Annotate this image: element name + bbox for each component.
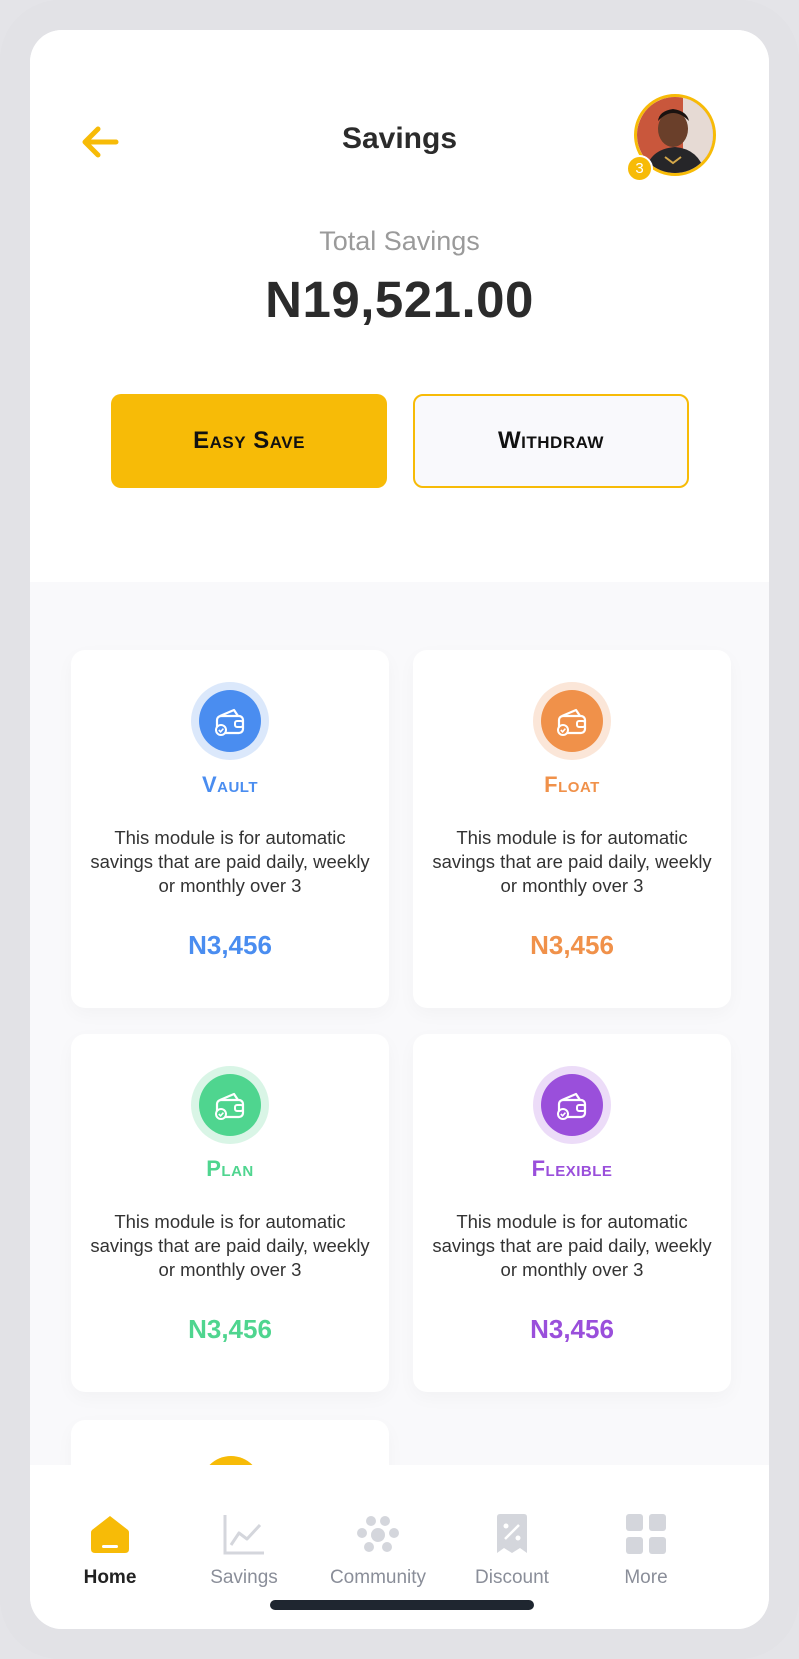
- wallet-icon-ring: [191, 682, 269, 760]
- chart-icon: [223, 1515, 264, 1555]
- savings-card-flexible[interactable]: Flexible This module is for automatic sa…: [413, 1034, 731, 1392]
- card-amount: N3,456: [530, 930, 614, 960]
- card-title: Plan: [206, 1156, 254, 1181]
- home-indicator[interactable]: [270, 1600, 534, 1610]
- notification-badge: 3: [626, 155, 653, 182]
- card-description: This module is for automatic savings tha…: [432, 827, 712, 896]
- grid-icon: [626, 1514, 666, 1554]
- tab-savings[interactable]: Savings: [184, 1505, 304, 1595]
- total-savings-label: Total Savings: [319, 226, 480, 256]
- tab-label: Community: [329, 1567, 427, 1588]
- tab-label: Home: [83, 1567, 137, 1588]
- wallet-icon-ring: [191, 1066, 269, 1144]
- card-title: Flexible: [531, 1156, 613, 1181]
- wallet-icon-ring: [533, 1066, 611, 1144]
- header-section: Savings 3 Total Savings N19,521.00 Easy …: [30, 30, 769, 582]
- home-icon: [91, 1516, 129, 1553]
- withdraw-button[interactable]: Withdraw: [413, 394, 689, 488]
- wallet-icon: [557, 1092, 587, 1120]
- card-title: Float: [544, 772, 600, 797]
- tab-label: Discount: [475, 1567, 549, 1588]
- app-screen: Savings 3 Total Savings N19,521.00 Easy …: [30, 30, 769, 1629]
- wallet-icon: [557, 708, 587, 736]
- card-amount: N3,456: [530, 1314, 614, 1344]
- savings-card-vault[interactable]: Vault This module is for automatic savin…: [71, 650, 389, 1008]
- card-description: This module is for automatic savings tha…: [90, 827, 370, 896]
- tab-label: More: [624, 1567, 668, 1588]
- savings-card-float[interactable]: Float This module is for automatic savin…: [413, 650, 731, 1008]
- card-title: Vault: [201, 772, 259, 797]
- total-savings-amount: N19,521.00: [265, 271, 534, 328]
- card-amount: N3,456: [188, 930, 272, 960]
- tab-home[interactable]: Home: [50, 1505, 170, 1595]
- wallet-icon: [215, 1092, 245, 1120]
- card-description: This module is for automatic savings tha…: [90, 1211, 370, 1280]
- wallet-icon-ring: [533, 682, 611, 760]
- tab-more[interactable]: More: [586, 1505, 706, 1595]
- wallet-icon: [215, 708, 245, 736]
- discount-icon: [497, 1514, 527, 1553]
- tab-label: Savings: [210, 1567, 278, 1588]
- card-description: This module is for automatic savings tha…: [432, 1211, 712, 1280]
- tab-discount[interactable]: Discount: [452, 1505, 572, 1595]
- savings-card-plan[interactable]: Plan This module is for automatic saving…: [71, 1034, 389, 1392]
- card-amount: N3,456: [188, 1314, 272, 1344]
- tab-community[interactable]: Community: [318, 1505, 438, 1595]
- easy-save-button[interactable]: Easy Save: [111, 394, 387, 488]
- device-frame: Savings 3 Total Savings N19,521.00 Easy …: [0, 0, 799, 1659]
- community-icon: [357, 1516, 399, 1552]
